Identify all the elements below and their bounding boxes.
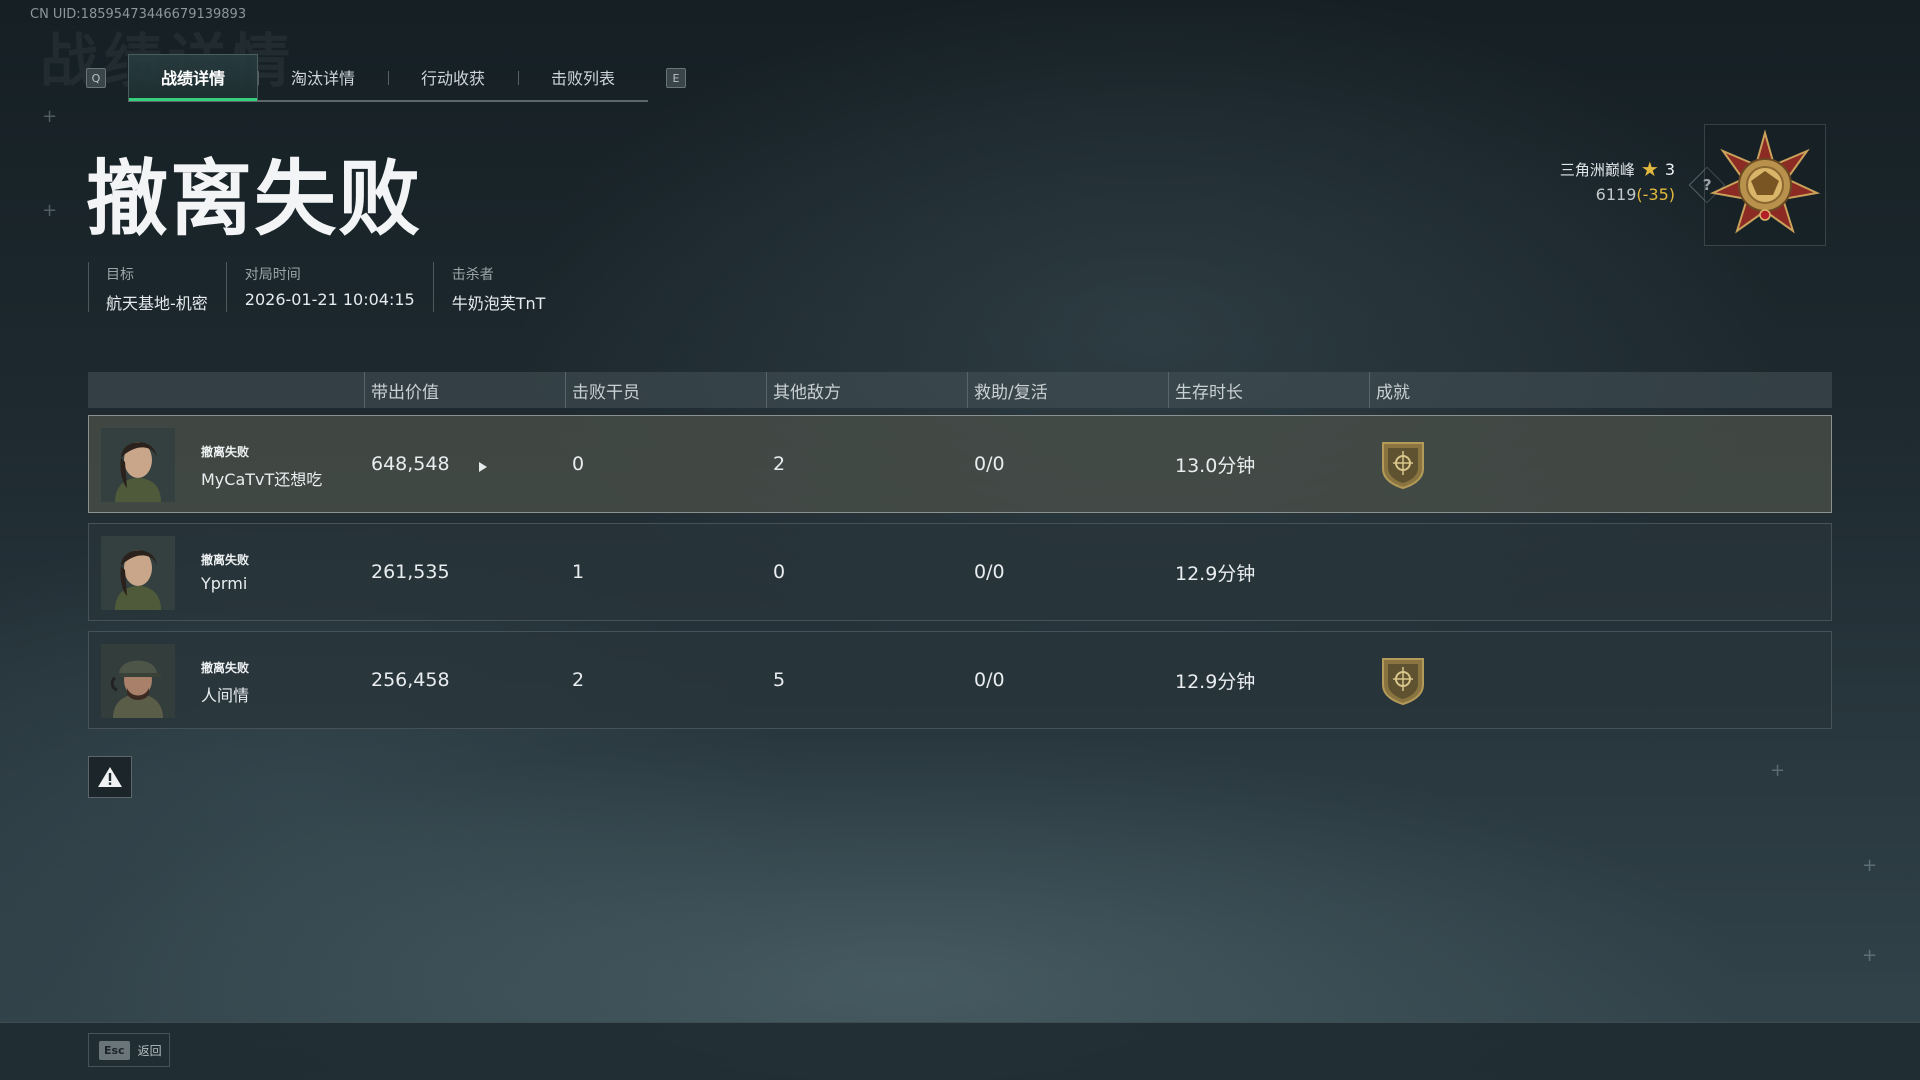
tab-list: 战绩详情 淘汰详情 行动收获 击败列表 xyxy=(128,54,648,102)
operators-defeated: 0 xyxy=(572,453,585,475)
tab-bar: Q 战绩详情 淘汰详情 行动收获 击败列表 E xyxy=(86,54,686,102)
table-row[interactable]: 撤离失败 人间情 256,458 2 5 0/0 12.9分钟 xyxy=(88,631,1832,729)
target-value: 航天基地-机密 xyxy=(106,294,208,313)
shield-achievement-icon[interactable] xyxy=(1379,655,1427,705)
rank-name-row: 三角洲巅峰 ★ 3 xyxy=(1560,157,1675,181)
operators-defeated: 2 xyxy=(572,669,585,691)
report-warning-button[interactable] xyxy=(88,756,132,798)
player-name: MyCaTvT还想吃 xyxy=(201,470,323,489)
avatar xyxy=(101,428,175,502)
tab-action-loot[interactable]: 行动收获 xyxy=(388,54,518,100)
extract-value: 261,535 xyxy=(371,561,450,583)
tab-elimination-details[interactable]: 淘汰详情 xyxy=(258,54,388,100)
back-label: 返回 xyxy=(137,1043,162,1058)
warning-icon xyxy=(98,767,122,787)
killer-label: 击杀者 xyxy=(451,267,494,283)
extract-value: 256,458 xyxy=(371,669,450,691)
table-row[interactable]: 撤离失败 Yprmi 261,535 1 0 0/0 12.9分钟 xyxy=(88,523,1832,621)
header-achievement: 成就 xyxy=(1369,372,1410,408)
target-label: 目标 xyxy=(106,267,134,283)
next-tab-key[interactable]: E xyxy=(666,68,686,88)
operators-defeated: 1 xyxy=(572,561,585,583)
extract-value: 648,548 xyxy=(371,453,450,475)
crosshair-mark: + xyxy=(1862,855,1878,876)
star-icon: ★ xyxy=(1640,157,1659,181)
crosshair-mark: + xyxy=(1862,945,1878,966)
bottom-bar: Esc 返回 xyxy=(0,1022,1920,1080)
time-label: 对局时间 xyxy=(244,267,301,283)
other-enemies: 2 xyxy=(773,453,786,475)
page-title: 撤离失败 xyxy=(86,152,423,247)
rank-score-row: 6119(-35) xyxy=(1560,185,1675,204)
other-enemies: 5 xyxy=(773,669,786,691)
killer-value: 牛奶泡芙TnT xyxy=(451,294,546,313)
time-value: 2026-01-21 10:04:15 xyxy=(244,290,415,309)
assist-revive: 0/0 xyxy=(974,453,1005,475)
player-name: Yprmi xyxy=(201,574,248,593)
rank-name: 三角洲巅峰 xyxy=(1559,160,1635,179)
other-enemies: 0 xyxy=(773,561,786,583)
target-info: 目标 航天基地-机密 xyxy=(88,262,226,313)
crosshair-mark: + xyxy=(1770,760,1786,781)
header-operators-defeated: 击败干员 xyxy=(565,372,640,408)
avatar xyxy=(101,536,175,610)
rank-info: 三角洲巅峰 ★ 3 6119(-35) xyxy=(1560,157,1675,204)
avatar xyxy=(101,644,175,718)
player-name: 人间情 xyxy=(201,686,250,705)
assist-revive: 0/0 xyxy=(974,561,1005,583)
prev-tab-key[interactable]: Q xyxy=(86,68,106,88)
shield-achievement-icon[interactable] xyxy=(1379,439,1427,489)
table-header: 带出价值 击败干员 其他敌方 救助/复活 生存时长 成就 xyxy=(88,372,1832,408)
assist-revive: 0/0 xyxy=(974,669,1005,691)
tab-battle-details[interactable]: 战绩详情 xyxy=(128,54,258,101)
player-status: 撤离失败 xyxy=(201,445,250,459)
uid-label: CN UID:18595473446679139893 xyxy=(30,7,247,22)
survival-time: 12.9分钟 xyxy=(1175,562,1256,585)
header-other-enemies: 其他敌方 xyxy=(766,372,841,408)
crosshair-mark: + xyxy=(42,106,58,127)
cursor-icon xyxy=(479,462,487,472)
rank-emblem-icon xyxy=(1704,124,1826,246)
player-status: 撤离失败 xyxy=(201,553,250,567)
tab-kill-list[interactable]: 击败列表 xyxy=(518,54,648,100)
player-status: 撤离失败 xyxy=(201,661,250,675)
crosshair-mark: + xyxy=(42,200,58,221)
header-assist-revive: 救助/复活 xyxy=(967,372,1048,408)
back-button[interactable]: Esc 返回 xyxy=(88,1033,170,1067)
rank-score: 6119 xyxy=(1595,185,1637,204)
killer-info: 击杀者 牛奶泡芙TnT xyxy=(432,262,564,313)
header-survival-time: 生存时长 xyxy=(1168,372,1243,408)
rank-star-count: 3 xyxy=(1664,159,1675,179)
survival-time: 12.9分钟 xyxy=(1175,670,1256,693)
header-extract-value: 带出价值 xyxy=(364,372,439,408)
survival-time: 13.0分钟 xyxy=(1175,454,1256,477)
esc-key-icon: Esc xyxy=(99,1040,130,1060)
match-info: 目标 航天基地-机密 对局时间 2026-01-21 10:04:15 击杀者 … xyxy=(88,262,564,313)
table-row[interactable]: 撤离失败 MyCaTvT还想吃 648,548 0 2 0/0 13.0分钟 xyxy=(88,415,1832,513)
time-info: 对局时间 2026-01-21 10:04:15 xyxy=(225,262,433,312)
rank-score-delta: (-35) xyxy=(1636,185,1675,204)
